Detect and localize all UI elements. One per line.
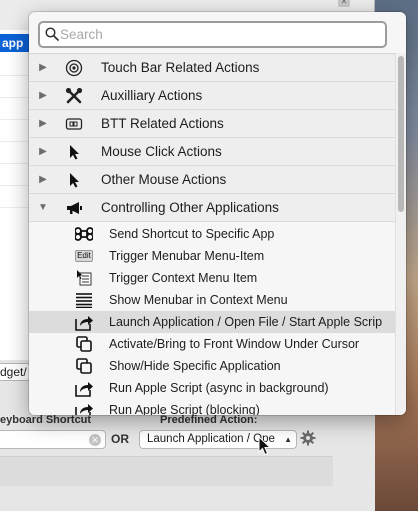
action-item-label: Run Apple Script (async in background) — [109, 381, 329, 395]
category-label: Auxilliary Actions — [101, 88, 203, 103]
action-item-run-applescript-blocking[interactable]: Run Apple Script (blocking) — [29, 399, 395, 415]
keyboard-shortcut-input[interactable]: ✕ — [0, 430, 106, 449]
disclosure-right-icon[interactable]: ▶ — [33, 62, 53, 73]
windows-icon — [74, 357, 94, 375]
disclosure-down-icon[interactable]: ▼ — [33, 202, 53, 213]
action-picker-popup: ▶ Touch Bar Related Actions ▶ Auxilliary… — [29, 12, 406, 415]
action-item-label: Activate/Bring to Front Window Under Cur… — [109, 337, 360, 351]
mouse-pointer-icon — [63, 141, 85, 163]
action-item-activate-window[interactable]: Activate/Bring to Front Window Under Cur… — [29, 333, 395, 355]
popup-scrollbar[interactable] — [395, 53, 406, 415]
action-item-context-menu[interactable]: Trigger Context Menu Item — [29, 267, 395, 289]
scrollbar-thumb[interactable] — [398, 56, 404, 212]
action-item-label: Send Shortcut to Specific App — [109, 227, 275, 241]
context-menu-icon — [74, 269, 94, 287]
mouse-pointer-icon — [63, 169, 85, 191]
megaphone-icon — [63, 197, 85, 219]
action-item-trigger-menubar[interactable]: Edit Trigger Menubar Menu-Item — [29, 245, 395, 267]
mouse-cursor-icon — [258, 436, 272, 456]
disclosure-right-icon[interactable]: ▶ — [33, 146, 53, 157]
disclosure-right-icon[interactable]: ▶ — [33, 174, 53, 185]
gear-icon[interactable] — [300, 430, 316, 446]
trigger-table: app — [0, 30, 30, 360]
table-row[interactable] — [0, 120, 30, 142]
action-item-label: Show/Hide Specific Application — [109, 359, 281, 373]
edit-menu-icon-text: Edit — [75, 250, 93, 262]
category-row-controlling-apps[interactable]: ▼ Controlling Other Applications — [29, 194, 395, 222]
category-row-btt[interactable]: ▶ BTT Related Actions — [29, 110, 395, 138]
action-item-show-menubar[interactable]: Show Menubar in Context Menu — [29, 289, 395, 311]
action-item-label: Show Menubar in Context Menu — [109, 293, 288, 307]
action-item-launch-application[interactable]: Launch Application / Open File / Start A… — [29, 311, 395, 333]
action-item-label: Trigger Menubar Menu-Item — [109, 249, 265, 263]
table-row[interactable] — [0, 54, 30, 76]
category-row-mouse-click[interactable]: ▶ Mouse Click Actions — [29, 138, 395, 166]
window-close-icon[interactable]: ✕ — [338, 0, 350, 7]
tools-icon — [63, 85, 85, 107]
windows-icon — [74, 335, 94, 353]
category-label: Controlling Other Applications — [101, 200, 279, 215]
updown-arrows-icon: ▲ — [284, 435, 292, 444]
action-item-label: Run Apple Script (blocking) — [109, 403, 260, 415]
table-row[interactable] — [0, 142, 30, 164]
touchbar-icon — [63, 57, 85, 79]
widget-name-field[interactable]: dget/ — [0, 363, 30, 381]
disclosure-right-icon[interactable]: ▶ — [33, 90, 53, 101]
table-row[interactable] — [0, 76, 30, 98]
table-row[interactable] — [0, 186, 30, 208]
share-arrow-icon — [74, 313, 94, 331]
edit-menu-icon: Edit — [74, 247, 94, 265]
predefined-action-value: Launch Application / Ope — [147, 433, 275, 445]
category-label: Touch Bar Related Actions — [101, 60, 260, 75]
table-row[interactable] — [0, 164, 30, 186]
category-label: Mouse Click Actions — [101, 144, 222, 159]
action-item-show-hide-app[interactable]: Show/Hide Specific Application — [29, 355, 395, 377]
share-arrow-icon — [74, 379, 94, 397]
predefined-action-label: Predefined Action: — [160, 414, 258, 426]
table-row-selected[interactable]: app — [0, 34, 30, 52]
action-item-run-applescript-async[interactable]: Run Apple Script (async in background) — [29, 377, 395, 399]
command-icon — [74, 225, 94, 243]
bottom-strip — [0, 456, 333, 486]
lines-icon — [74, 291, 94, 309]
predefined-action-select[interactable]: Launch Application / Ope ▲ — [139, 430, 297, 449]
clear-icon[interactable]: ✕ — [89, 434, 101, 446]
share-arrow-icon — [74, 401, 94, 415]
category-row-auxilliary[interactable]: ▶ Auxilliary Actions — [29, 82, 395, 110]
action-item-send-shortcut[interactable]: Send Shortcut to Specific App — [29, 223, 395, 245]
disclosure-right-icon[interactable]: ▶ — [33, 118, 53, 129]
action-item-label: Trigger Context Menu Item — [109, 271, 258, 285]
category-label: Other Mouse Actions — [101, 172, 227, 187]
or-label: OR — [111, 432, 129, 446]
search-field[interactable] — [38, 21, 387, 48]
btt-icon — [63, 113, 85, 135]
search-input[interactable] — [60, 25, 380, 44]
category-row-other-mouse[interactable]: ▶ Other Mouse Actions — [29, 166, 395, 194]
search-icon — [45, 27, 59, 41]
keyboard-shortcut-label: eyboard Shortcut — [0, 414, 92, 426]
action-list: ▶ Touch Bar Related Actions ▶ Auxilliary… — [29, 53, 395, 415]
category-label: BTT Related Actions — [101, 116, 224, 131]
action-item-label: Launch Application / Open File / Start A… — [109, 315, 383, 329]
table-row[interactable] — [0, 98, 30, 120]
category-row-touch-bar[interactable]: ▶ Touch Bar Related Actions — [29, 54, 395, 82]
